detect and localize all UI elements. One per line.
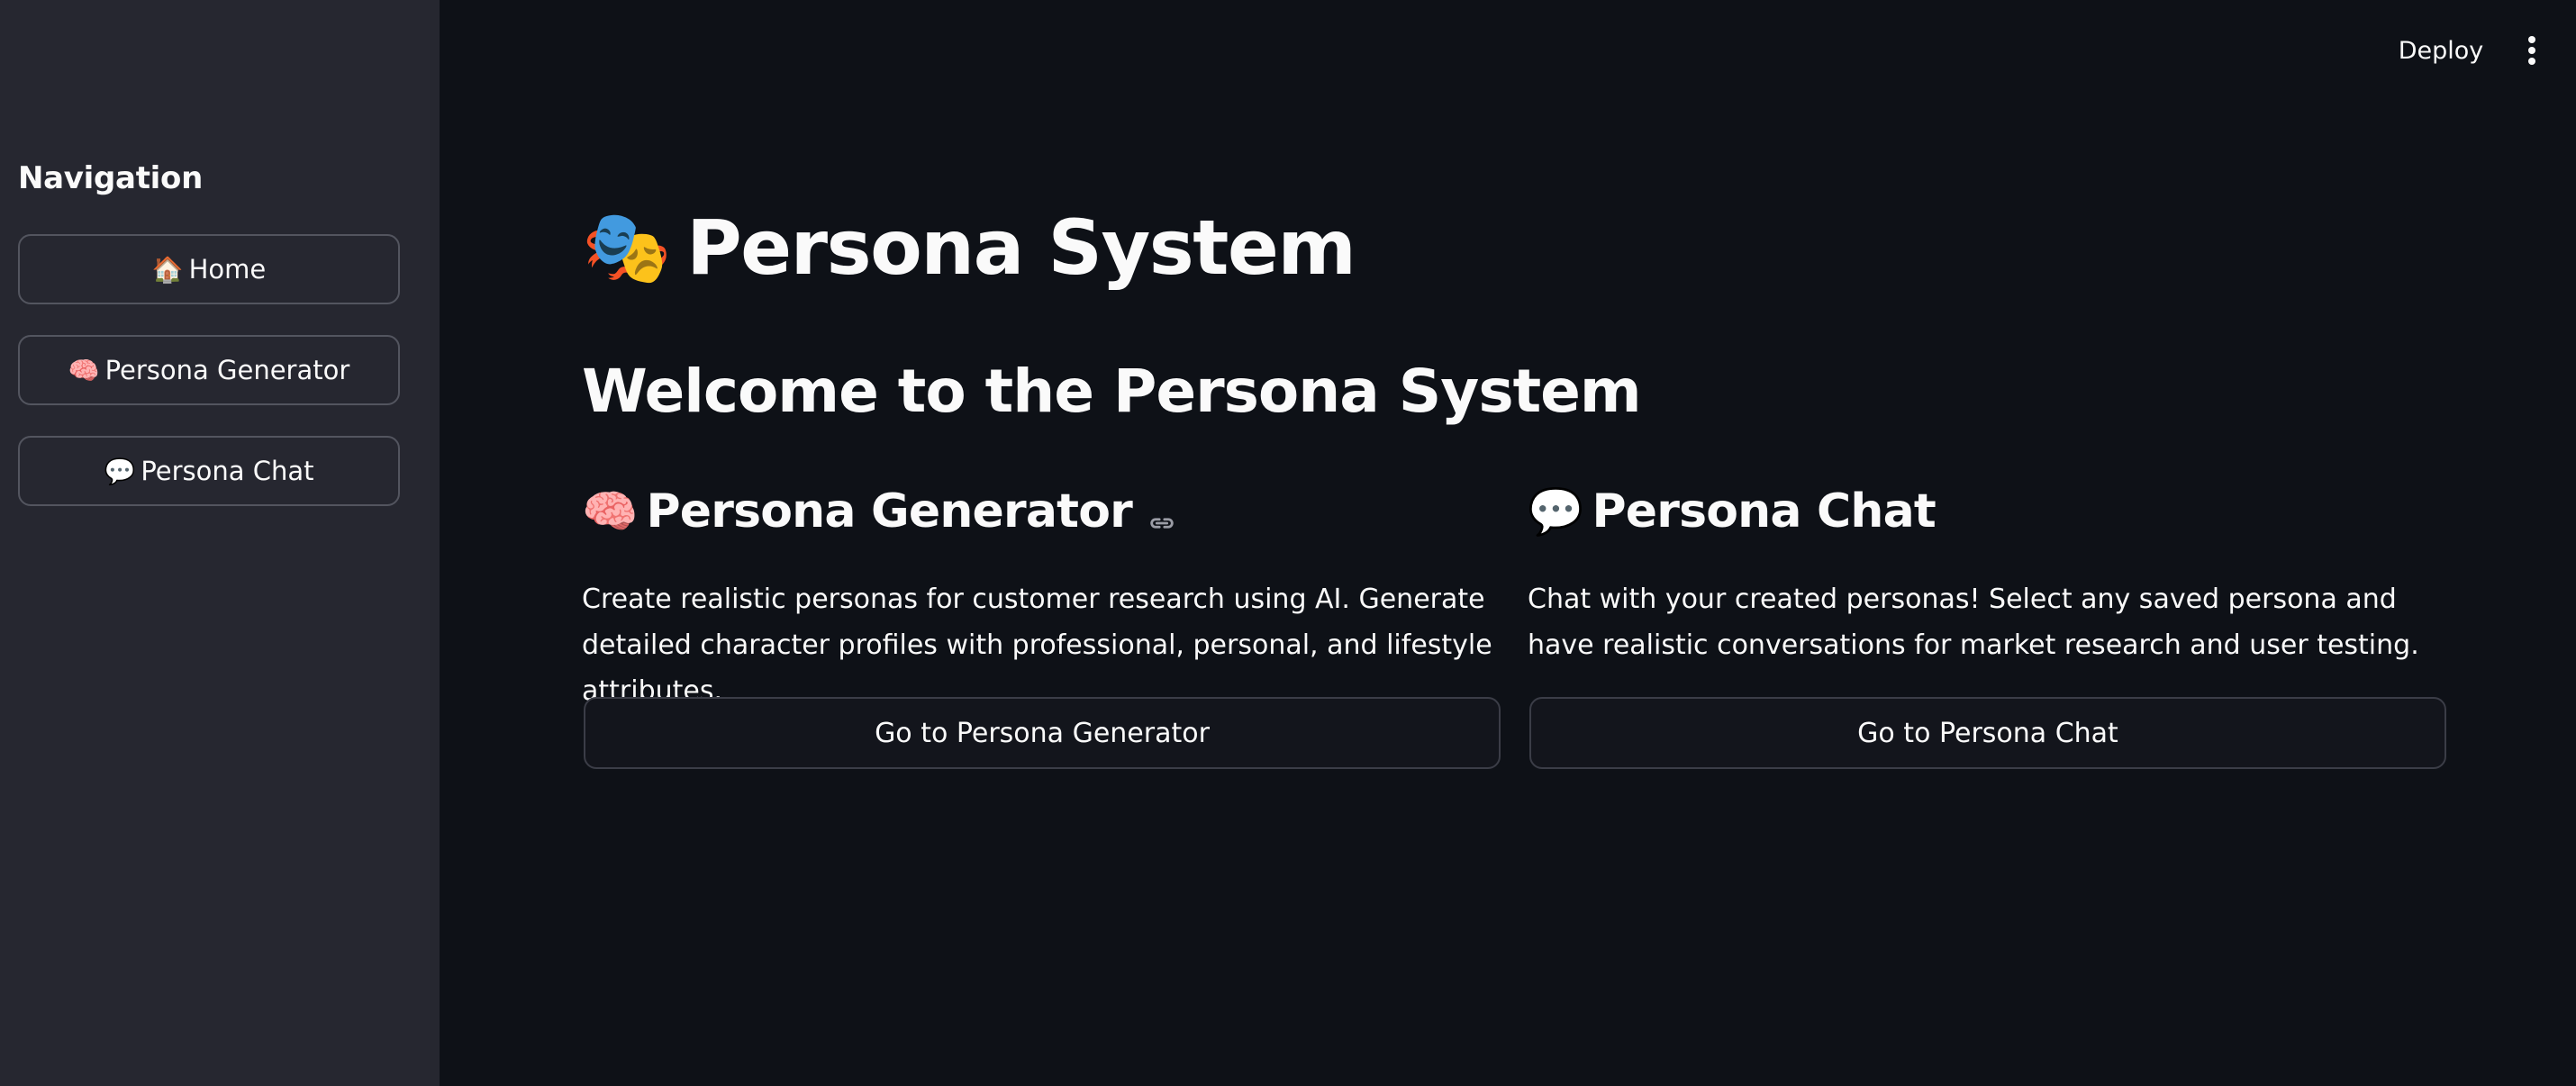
persona-generator-heading: 🧠 Persona Generator	[582, 484, 1177, 538]
sidebar-item-label: Persona Generator	[104, 355, 350, 385]
deploy-button[interactable]: Deploy	[2396, 31, 2486, 70]
sidebar-item-label: Persona Chat	[141, 456, 314, 486]
page-title-text: Persona System	[686, 204, 1356, 292]
house-icon: 🏠	[151, 254, 184, 285]
app-root: Navigation 🏠 Home 🧠 Persona Generator 💬 …	[0, 0, 2576, 1086]
link-icon[interactable]	[1147, 496, 1177, 529]
speech-bubble-icon: 💬	[104, 456, 136, 486]
sidebar-title: Navigation	[18, 160, 203, 196]
kebab-menu-icon[interactable]	[2518, 32, 2545, 68]
persona-generator-description: Create realistic personas for customer r…	[582, 584, 1492, 707]
sidebar-item-persona-chat[interactable]: 💬 Persona Chat	[18, 436, 400, 506]
section-heading-text: Persona Chat	[1592, 484, 1936, 538]
go-to-persona-chat-button[interactable]: Go to Persona Chat	[1529, 697, 2446, 769]
sidebar-item-home[interactable]: 🏠 Home	[18, 234, 400, 304]
page-title: 🎭 Persona System	[582, 204, 1356, 292]
welcome-heading: Welcome to the Persona System	[582, 357, 1642, 426]
section-heading-text: Persona Generator	[646, 484, 1132, 538]
brain-icon: 🧠	[582, 484, 638, 538]
sidebar-item-label: Home	[188, 254, 267, 285]
persona-chat-heading: 💬 Persona Chat	[1528, 484, 1937, 538]
go-to-persona-generator-button[interactable]: Go to Persona Generator	[584, 697, 1501, 769]
brain-icon: 🧠	[68, 355, 100, 385]
theater-masks-icon: 🎭	[582, 205, 672, 289]
speech-bubble-icon: 💬	[1528, 484, 1583, 538]
persona-chat-description: Chat with your created personas! Select …	[1528, 584, 2419, 661]
sidebar: Navigation 🏠 Home 🧠 Persona Generator 💬 …	[0, 0, 440, 1086]
sidebar-item-persona-generator[interactable]: 🧠 Persona Generator	[18, 335, 400, 405]
